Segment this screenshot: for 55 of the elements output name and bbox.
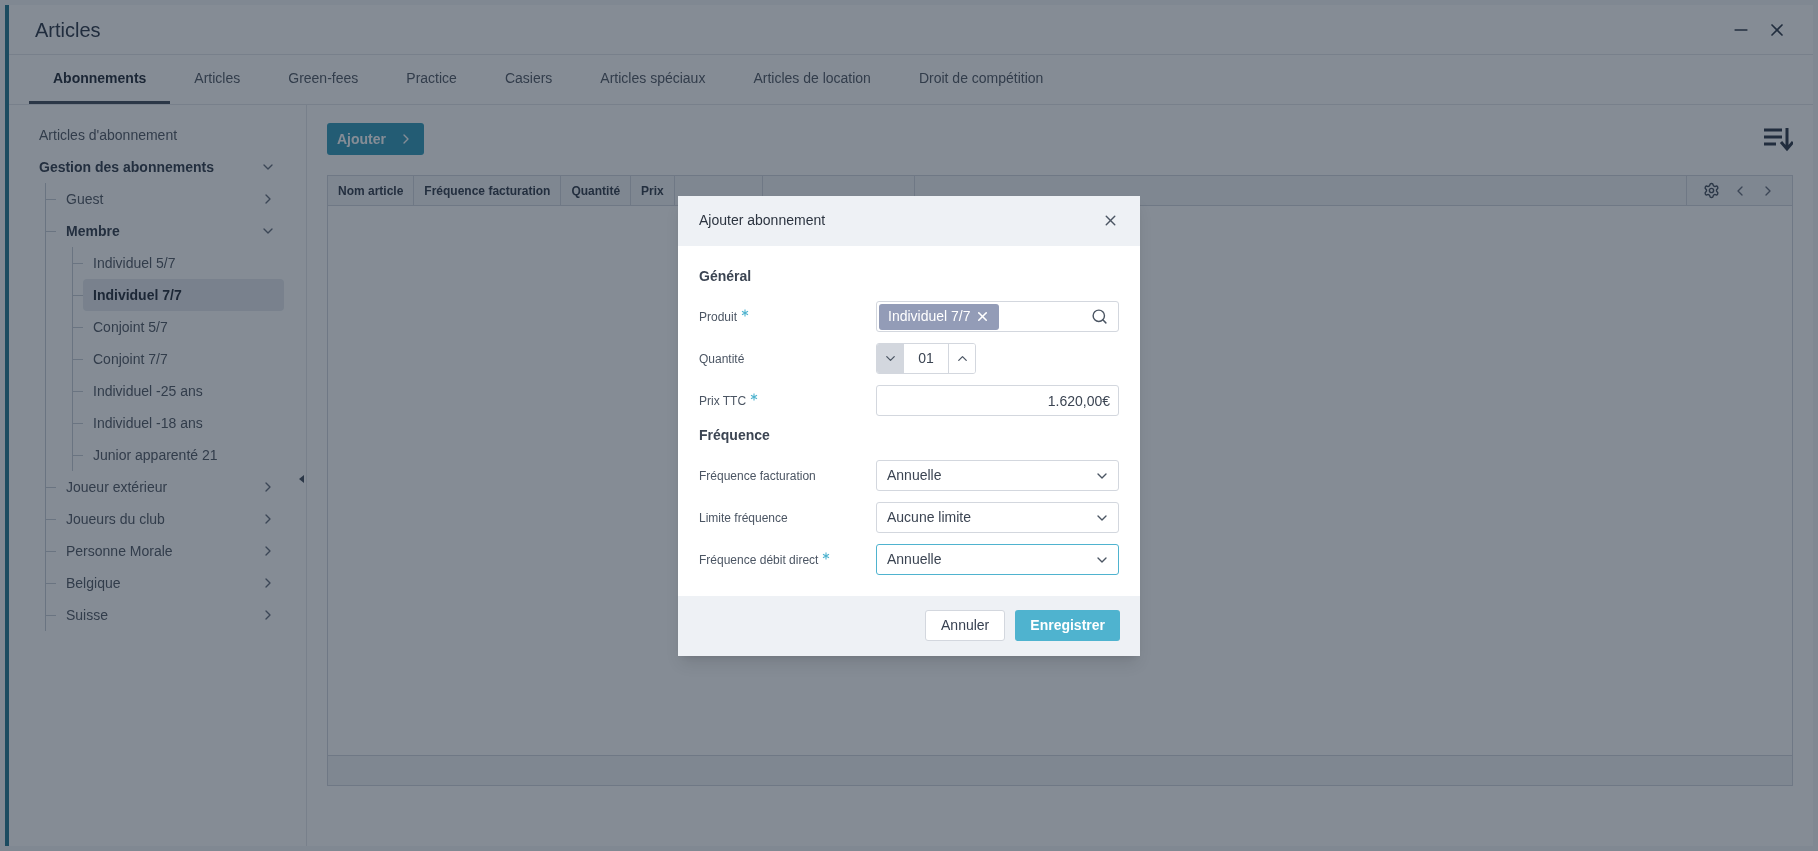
quantity-stepper[interactable]: 01 [876, 343, 976, 374]
tree-item[interactable]: Individuel -25 ans [83, 375, 284, 407]
tree-item[interactable]: Conjoint 5/7 [83, 311, 284, 343]
settings-icon[interactable] [1703, 182, 1720, 199]
column-header[interactable]: Nom article [328, 176, 415, 205]
column-header[interactable]: Fréquence facturation [414, 176, 562, 205]
tab[interactable]: Articles spéciaux [576, 55, 730, 104]
product-field[interactable]: Individuel 7/7 [876, 301, 1119, 332]
tab[interactable]: Green-fees [264, 55, 383, 104]
search-icon[interactable] [1091, 308, 1108, 325]
tree-item[interactable]: Guest [56, 183, 284, 215]
field-label: Prix TTC [699, 391, 759, 410]
field-label: Quantité [699, 350, 745, 368]
tab[interactable]: Abonnements [29, 55, 171, 104]
collapse-handle-icon[interactable] [299, 475, 304, 483]
tab[interactable]: Practice [382, 55, 481, 104]
required-icon [741, 308, 750, 317]
required-icon [750, 392, 759, 401]
tree-item[interactable]: Conjoint 7/7 [83, 343, 284, 375]
tree-item[interactable]: Gestion des abonnements [39, 151, 284, 183]
save-button[interactable]: Enregistrer [1015, 610, 1120, 641]
tab[interactable]: Articles [170, 55, 265, 104]
tree-item[interactable]: Articles d'abonnement [39, 119, 284, 151]
sort-icon[interactable] [1763, 126, 1793, 152]
add-button[interactable]: Ajouter [327, 123, 424, 155]
tab[interactable]: Casiers [480, 55, 577, 104]
tree-item[interactable]: Belgique [56, 567, 284, 599]
product-tag[interactable]: Individuel 7/7 [879, 303, 999, 330]
tree-item[interactable]: Suisse [56, 599, 284, 631]
tree-item[interactable]: Personne Morale [56, 535, 284, 567]
tree-item[interactable]: Membre [56, 215, 284, 247]
select-field[interactable]: Aucune limite [876, 502, 1119, 533]
tab[interactable]: Droit de compétition [894, 55, 1068, 104]
dialog-title: Ajouter abonnement [699, 211, 826, 230]
tree-item[interactable]: Individuel 5/7 [83, 247, 284, 279]
tab[interactable]: Articles de location [729, 55, 895, 104]
field-label: Limite fréquence [699, 509, 788, 527]
cancel-button[interactable]: Annuler [925, 610, 1006, 641]
window-title: Articles [35, 17, 101, 43]
field-label: Fréquence facturation [699, 467, 816, 485]
select-field[interactable]: Annuelle [876, 544, 1119, 575]
required-icon [822, 551, 831, 560]
tree-item[interactable]: Joueurs du club [56, 503, 284, 535]
tree-item[interactable]: Joueur extérieur [56, 471, 284, 503]
tree-item[interactable]: Junior apparenté 21 [83, 439, 284, 471]
column-header[interactable]: Quantité [561, 176, 632, 205]
column-header[interactable]: Prix [631, 176, 675, 205]
section-heading: Fréquence [699, 425, 771, 445]
select-field[interactable]: Annuelle [876, 460, 1119, 491]
section-heading: Général [699, 266, 753, 286]
price-field[interactable]: 1.620,00€ [876, 385, 1119, 416]
tree-item[interactable]: Individuel -18 ans [83, 407, 284, 439]
tree-item[interactable]: Individuel 7/7 [83, 279, 284, 311]
field-label: Fréquence débit direct [699, 550, 831, 569]
field-label: Produit [699, 307, 750, 326]
